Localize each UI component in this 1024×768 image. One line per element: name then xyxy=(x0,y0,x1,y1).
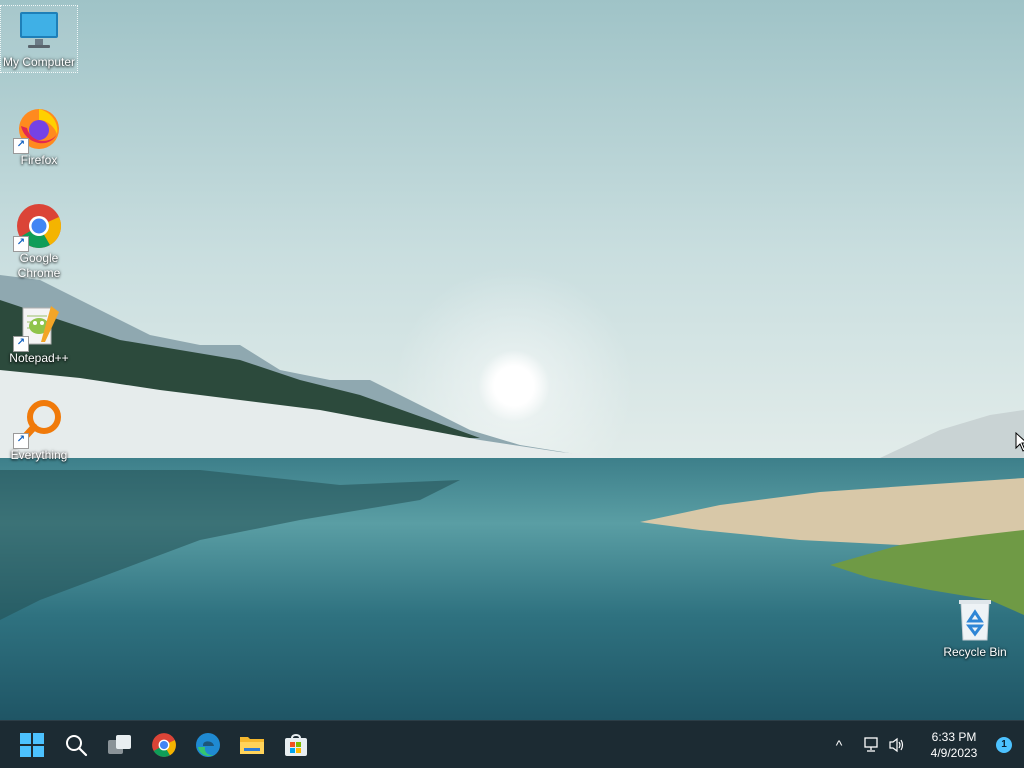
show-hidden-icons-button[interactable]: ^ xyxy=(826,729,852,761)
search-button[interactable] xyxy=(56,725,96,765)
shortcut-arrow-icon: ↗ xyxy=(13,236,29,252)
desktop-icon-label: Recycle Bin xyxy=(943,645,1007,659)
desktop-icon-my-computer[interactable]: My Computer xyxy=(0,5,78,73)
everything-search-icon: ↗ xyxy=(13,399,63,449)
search-icon xyxy=(66,735,88,757)
task-view-button[interactable] xyxy=(100,725,140,765)
shortcut-arrow-icon: ↗ xyxy=(13,336,29,352)
mouse-cursor-icon xyxy=(1015,432,1024,452)
taskbar: ^ 6:33 PM 4/9/2023 1 xyxy=(0,720,1024,768)
speaker-icon xyxy=(889,737,904,753)
start-button[interactable] xyxy=(12,725,52,765)
volume-button[interactable] xyxy=(884,729,910,761)
monitor-icon xyxy=(15,6,63,54)
desktop[interactable]: My Computer ↗ Firefox ↗ Google Chrome ↗ … xyxy=(0,0,1024,768)
task-view-icon xyxy=(108,735,131,754)
desktop-icon-label: Everything xyxy=(10,448,68,462)
chevron-up-icon: ^ xyxy=(835,737,843,753)
chrome-icon xyxy=(152,733,176,757)
shortcut-arrow-icon: ↗ xyxy=(13,433,29,449)
clock[interactable]: 6:33 PM 4/9/2023 xyxy=(920,729,988,761)
recycle-bin-icon xyxy=(951,596,999,644)
desktop-icon-label: Google Chrome xyxy=(17,251,61,280)
taskbar-chrome-button[interactable] xyxy=(144,725,184,765)
taskbar-file-explorer-button[interactable] xyxy=(232,725,272,765)
desktop-icon-google-chrome[interactable]: ↗ Google Chrome xyxy=(1,202,77,281)
edge-icon xyxy=(196,733,220,757)
network-button[interactable] xyxy=(858,729,884,761)
desktop-icon-label: Notepad++ xyxy=(9,351,69,365)
clock-time: 6:33 PM xyxy=(931,730,977,744)
taskbar-edge-button[interactable] xyxy=(188,725,228,765)
clock-date: 4/9/2023 xyxy=(930,746,978,760)
windows-start-icon xyxy=(20,733,44,757)
desktop-icon-label: My Computer xyxy=(2,55,76,69)
network-icon xyxy=(864,737,878,752)
store-icon xyxy=(285,734,307,756)
shortcut-arrow-icon: ↗ xyxy=(13,138,29,154)
notepadpp-icon: ↗ xyxy=(13,302,63,352)
notification-badge[interactable]: 1 xyxy=(996,737,1012,753)
desktop-icon-firefox[interactable]: ↗ Firefox xyxy=(1,104,77,168)
system-tray: ^ 6:33 PM 4/9/2023 1 xyxy=(826,721,1024,768)
desktop-icon-notepadpp[interactable]: ↗ Notepad++ xyxy=(1,302,77,366)
firefox-icon: ↗ xyxy=(13,104,63,154)
folder-icon xyxy=(240,737,264,754)
wallpaper xyxy=(0,0,1024,720)
desktop-icon-recycle-bin[interactable]: Recycle Bin xyxy=(937,596,1013,660)
chrome-icon: ↗ xyxy=(13,202,63,252)
desktop-icon-label: Firefox xyxy=(20,153,58,167)
taskbar-store-button[interactable] xyxy=(276,725,316,765)
desktop-icon-everything[interactable]: ↗ Everything xyxy=(1,399,77,463)
